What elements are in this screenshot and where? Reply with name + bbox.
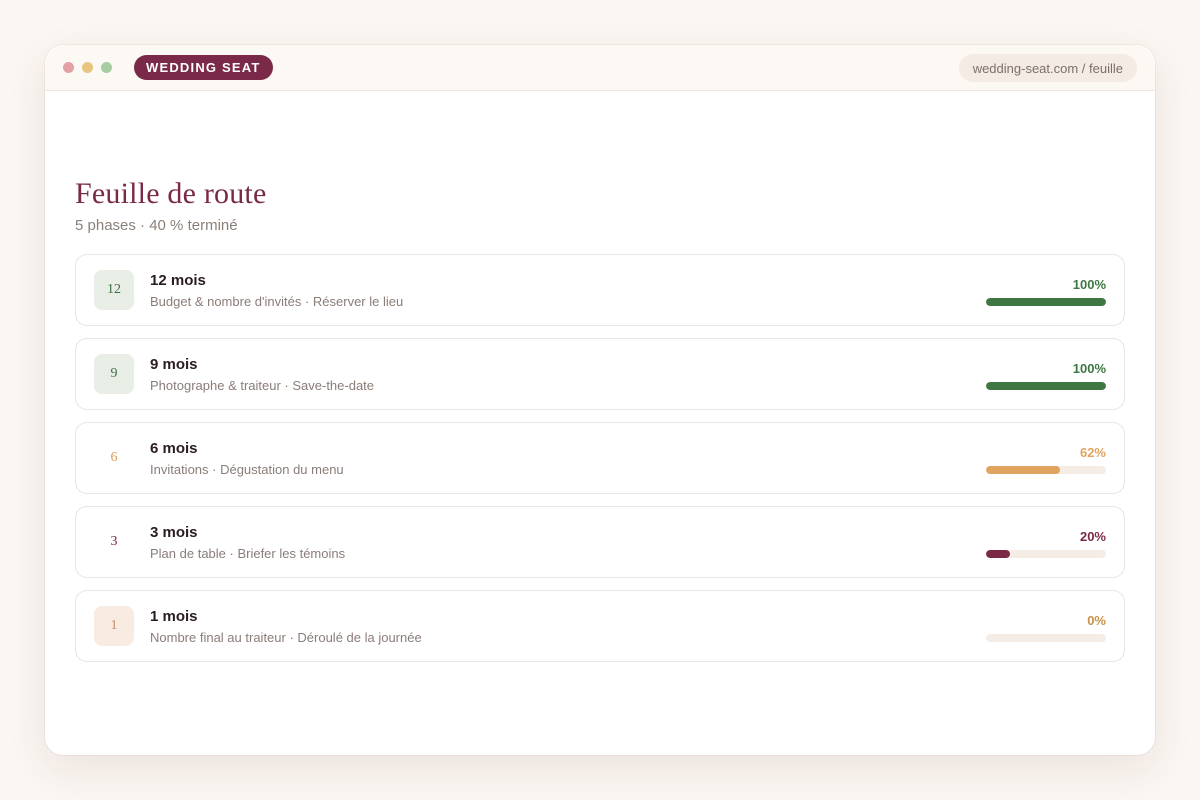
progress-track	[986, 550, 1106, 558]
progress-fill	[986, 298, 1106, 306]
phase-badge: 6	[94, 438, 134, 478]
phase-badge: 1	[94, 606, 134, 646]
progress-track	[986, 298, 1106, 306]
phase-badge: 9	[94, 354, 134, 394]
phase-percent: 100%	[1072, 277, 1106, 292]
progress-fill	[986, 466, 1061, 474]
phase-progress: 100%	[986, 277, 1106, 306]
phase-progress: 20%	[986, 529, 1106, 558]
phase-card[interactable]: 6 6 mois Invitations · Dégustation du me…	[75, 422, 1125, 494]
phase-progress: 62%	[986, 445, 1106, 474]
phase-list: 12 12 mois Budget & nombre d'invités · R…	[75, 254, 1125, 662]
phase-percent: 62%	[1079, 445, 1106, 460]
phase-title: 6 mois	[150, 439, 198, 457]
progress-track	[986, 634, 1106, 642]
minimize-dot[interactable]	[82, 62, 93, 73]
phase-badge: 12	[94, 270, 134, 310]
phase-percent: 0%	[1087, 613, 1106, 628]
phase-description: Budget & nombre d'invités · Réserver le …	[150, 293, 404, 309]
window-controls	[63, 62, 112, 73]
progress-fill	[986, 382, 1106, 390]
phase-progress: 100%	[986, 361, 1106, 390]
phase-percent: 100%	[1072, 361, 1106, 376]
page-subtitle: 5 phases · 40 % terminé	[75, 217, 238, 234]
brand-logo[interactable]: WEDDING SEAT	[134, 55, 273, 80]
maximize-dot[interactable]	[101, 62, 112, 73]
phase-card[interactable]: 9 9 mois Photographe & traiteur · Save-t…	[75, 338, 1125, 410]
page-title: Feuille de route	[75, 177, 267, 210]
phase-card[interactable]: 12 12 mois Budget & nombre d'invités · R…	[75, 254, 1125, 326]
progress-track	[986, 466, 1106, 474]
phase-description: Plan de table · Briefer les témoins	[150, 545, 346, 561]
phase-progress: 0%	[986, 613, 1106, 642]
phase-title: 12 mois	[150, 271, 206, 289]
progress-fill	[986, 550, 1010, 558]
phase-title: 1 mois	[150, 607, 198, 625]
phase-card[interactable]: 3 3 mois Plan de table · Briefer les tém…	[75, 506, 1125, 578]
close-dot[interactable]	[63, 62, 74, 73]
url-bar[interactable]: wedding-seat.com / feuille	[958, 54, 1137, 82]
phase-badge: 3	[94, 522, 134, 562]
phase-percent: 20%	[1079, 529, 1106, 544]
app-window: WEDDING SEAT wedding-seat.com / feuille …	[45, 45, 1155, 755]
phase-description: Nombre final au traiteur · Déroulé de la…	[150, 629, 422, 645]
title-bar: WEDDING SEAT wedding-seat.com / feuille	[45, 45, 1155, 91]
phase-title: 3 mois	[150, 523, 198, 541]
phase-title: 9 mois	[150, 355, 198, 373]
phase-description: Invitations · Dégustation du menu	[150, 461, 344, 477]
progress-track	[986, 382, 1106, 390]
phase-card[interactable]: 1 1 mois Nombre final au traiteur · Déro…	[75, 590, 1125, 662]
phase-description: Photographe & traiteur · Save-the-date	[150, 377, 375, 393]
main-content: Feuille de route 5 phases · 40 % terminé…	[45, 177, 1155, 662]
